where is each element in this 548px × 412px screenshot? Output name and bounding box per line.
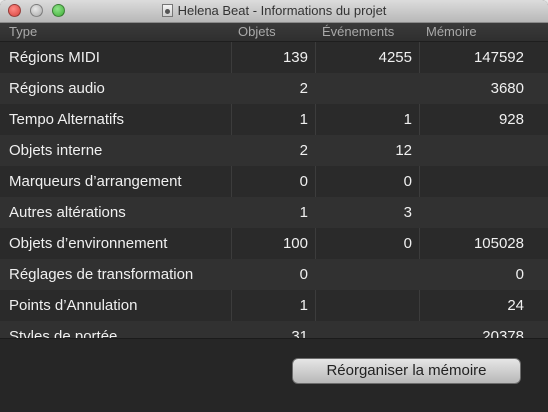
cell-memoire: 0 bbox=[515, 266, 524, 283]
cell-evenements: 3 bbox=[403, 204, 412, 221]
table-row[interactable]: Objets d’environnement 100 0 105028 bbox=[0, 228, 548, 259]
cell-memoire: 928 bbox=[498, 111, 524, 128]
table-row[interactable]: Réglages de transformation 0 0 bbox=[0, 259, 548, 290]
cell-type: Marqueurs d’arrangement bbox=[9, 173, 182, 190]
table-row[interactable]: Objets interne 2 12 bbox=[0, 135, 548, 166]
column-header-type[interactable]: Type bbox=[9, 24, 37, 39]
cell-type: Points d’Annulation bbox=[9, 297, 138, 314]
cell-memoire: 3680 bbox=[490, 80, 524, 97]
cell-memoire: 20378 bbox=[482, 328, 524, 338]
cell-objets: 0 bbox=[299, 266, 308, 283]
table-row[interactable]: Autres altérations 1 3 bbox=[0, 197, 548, 228]
cell-objets: 2 bbox=[299, 80, 308, 97]
table-row[interactable]: Régions MIDI 139 4255 147592 bbox=[0, 42, 548, 73]
title-bar[interactable]: Helena Beat - Informations du projet bbox=[0, 0, 548, 23]
cell-memoire: 24 bbox=[507, 297, 524, 314]
cell-type: Objets d’environnement bbox=[9, 235, 168, 252]
cell-objets: 2 bbox=[299, 142, 308, 159]
cell-evenements: 4255 bbox=[378, 49, 412, 66]
cell-objets: 100 bbox=[282, 235, 308, 252]
window-title-text: Helena Beat - Informations du projet bbox=[177, 3, 387, 18]
cell-type: Régions audio bbox=[9, 80, 105, 97]
cell-type: Autres altérations bbox=[9, 204, 126, 221]
cell-memoire: 105028 bbox=[473, 235, 524, 252]
cell-evenements: 0 bbox=[403, 235, 412, 252]
cell-objets: 31 bbox=[291, 328, 308, 338]
project-info-window: Helena Beat - Informations du projet Typ… bbox=[0, 0, 548, 412]
cell-type: Styles de portée bbox=[9, 328, 118, 338]
cell-evenements: 1 bbox=[403, 111, 412, 128]
table-row[interactable]: Marqueurs d’arrangement 0 0 bbox=[0, 166, 548, 197]
cell-objets: 1 bbox=[299, 297, 308, 314]
project-info-table[interactable]: Type Objets Événements Mémoire Régions M… bbox=[0, 23, 548, 338]
table-row[interactable]: Tempo Alternatifs 1 1 928 bbox=[0, 104, 548, 135]
column-header-evenements[interactable]: Événements bbox=[322, 24, 394, 39]
column-header-memoire[interactable]: Mémoire bbox=[426, 24, 477, 39]
table-header: Type Objets Événements Mémoire bbox=[0, 23, 548, 42]
document-icon bbox=[161, 4, 173, 17]
table-row[interactable]: Styles de portée 31 20378 bbox=[0, 321, 548, 338]
table-row[interactable]: Points d’Annulation 1 24 bbox=[0, 290, 548, 321]
cell-objets: 1 bbox=[299, 204, 308, 221]
cell-type: Régions MIDI bbox=[9, 49, 100, 66]
reorganize-memory-button[interactable]: Réorganiser la mémoire bbox=[292, 358, 521, 384]
footer-bar: Réorganiser la mémoire bbox=[0, 338, 548, 412]
window-title: Helena Beat - Informations du projet bbox=[0, 3, 548, 18]
cell-type: Tempo Alternatifs bbox=[9, 111, 125, 128]
cell-type: Réglages de transformation bbox=[9, 266, 194, 283]
cell-memoire: 147592 bbox=[473, 49, 524, 66]
cell-evenements: 12 bbox=[395, 142, 412, 159]
cell-objets: 139 bbox=[282, 49, 308, 66]
column-header-objets[interactable]: Objets bbox=[238, 24, 276, 39]
cell-type: Objets interne bbox=[9, 142, 103, 159]
cell-evenements: 0 bbox=[403, 173, 412, 190]
cell-objets: 0 bbox=[299, 173, 308, 190]
cell-objets: 1 bbox=[299, 111, 308, 128]
table-row[interactable]: Régions audio 2 3680 bbox=[0, 73, 548, 104]
